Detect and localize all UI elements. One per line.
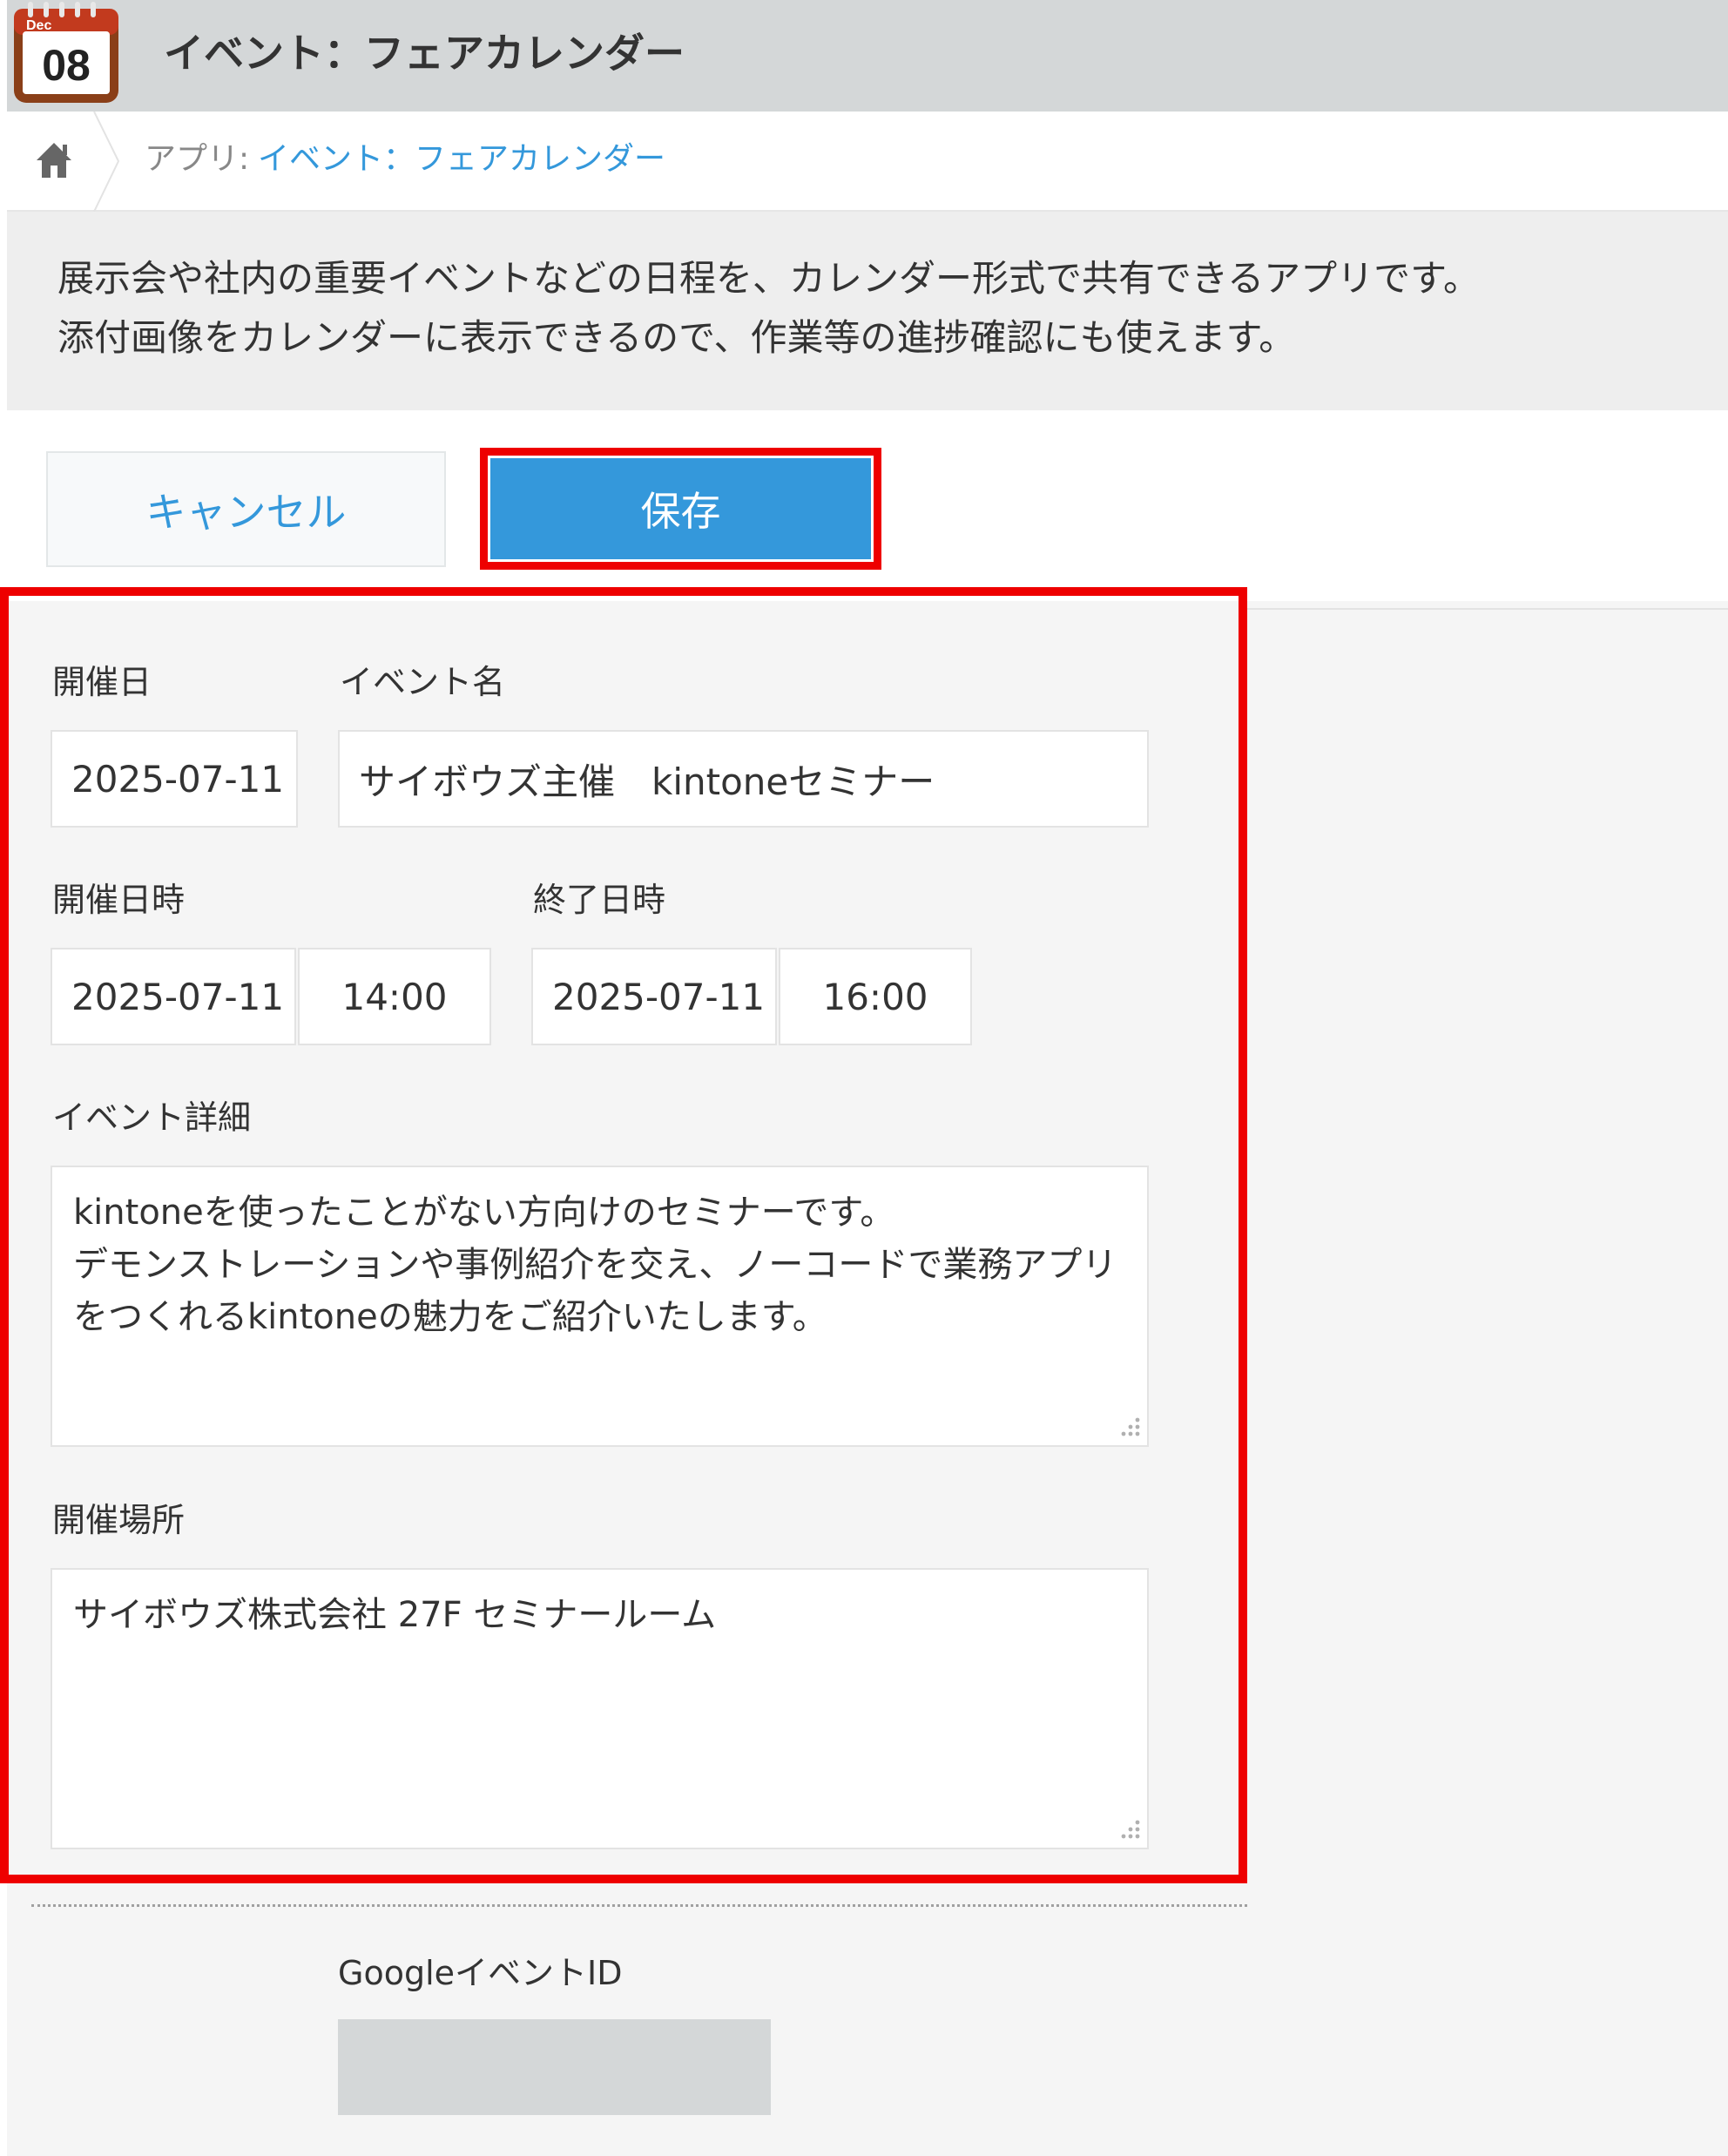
form-highlight <box>0 587 1247 1883</box>
google-event-id-label: GoogleイベントID <box>338 1954 623 1992</box>
description-line: 展示会や社内の重要イベントなどの日程を、カレンダー形式で共有できるアプリです。 <box>57 257 1480 300</box>
breadcrumb: アプリ: イベント：フェアカレンダー <box>7 112 1728 212</box>
breadcrumb-separator-icon <box>93 112 120 212</box>
google-event-id-field <box>338 2019 771 2115</box>
breadcrumb-app-link[interactable]: イベント：フェアカレンダー <box>258 138 665 181</box>
divider <box>1247 608 1728 610</box>
home-icon[interactable] <box>31 138 77 183</box>
description-line: 添付画像をカレンダーに表示できるので、作業等の進捗確認にも使えます。 <box>57 316 1296 359</box>
cancel-button[interactable]: キャンセル <box>46 451 446 567</box>
app-description <box>7 212 1728 410</box>
section-divider <box>31 1904 1247 1907</box>
calendar-month: Dec <box>26 18 51 33</box>
app-title: イベント：フェアカレンダー <box>164 30 685 77</box>
calendar-icon: Dec 08 <box>14 2 118 103</box>
breadcrumb-prefix: アプリ: <box>145 141 250 177</box>
calendar-day: 08 <box>42 41 91 90</box>
save-button[interactable]: 保存 <box>490 458 871 559</box>
